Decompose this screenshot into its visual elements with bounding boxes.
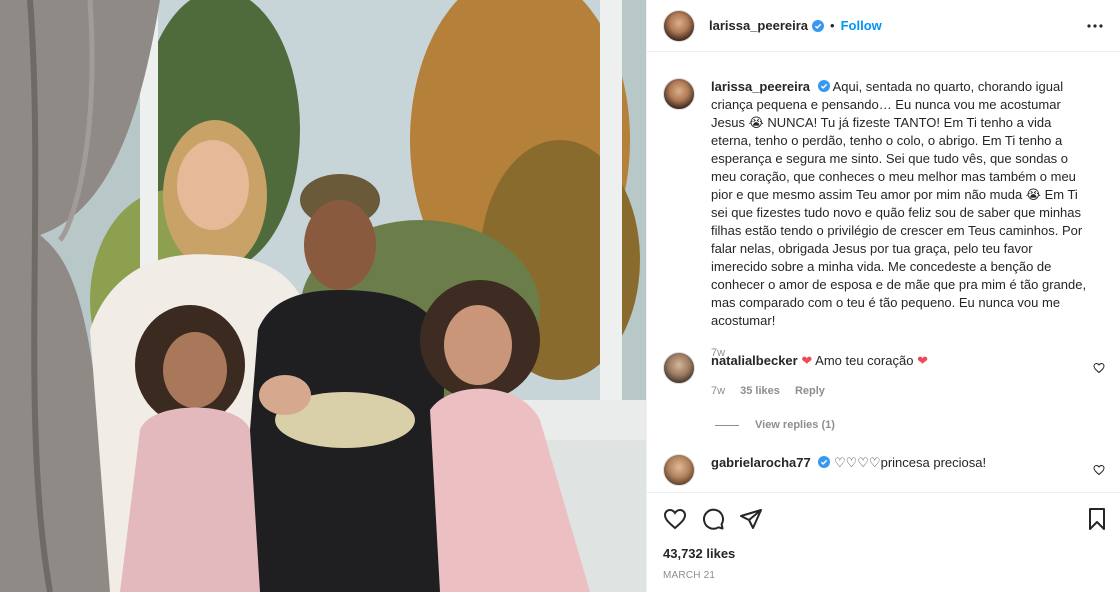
likes-count[interactable]: 43,732 likes xyxy=(663,546,735,561)
share-icon[interactable] xyxy=(739,507,763,531)
heart-emoji-icon: ❤ xyxy=(917,353,928,368)
comment-icon[interactable] xyxy=(701,507,725,531)
more-options-icon[interactable] xyxy=(1085,16,1105,36)
comment-item: natalialbecker ❤ Amo teu coração ❤ 7w 35… xyxy=(663,352,928,400)
post-header: larissa_peereira • Follow xyxy=(647,0,1120,52)
post-date[interactable]: MARCH 21 xyxy=(663,570,715,581)
reply-button[interactable]: Reply xyxy=(795,385,825,397)
post-photo xyxy=(0,0,646,592)
commenter-avatar[interactable] xyxy=(663,454,695,486)
author-username[interactable]: larissa_peereira xyxy=(709,18,808,33)
comment-like-heart-icon[interactable] xyxy=(1093,464,1105,476)
author-avatar[interactable] xyxy=(663,9,695,42)
comment-likes[interactable]: 35 likes xyxy=(740,385,780,397)
heart-icon[interactable] xyxy=(663,507,687,531)
comment-text: ♡♡♡♡princesa preciosa! xyxy=(833,455,987,470)
action-icons xyxy=(663,507,777,531)
bookmark-icon[interactable] xyxy=(1085,507,1109,531)
comment-like-heart-icon[interactable] xyxy=(1093,362,1105,374)
separator-dot: • xyxy=(830,18,835,33)
post-actions-bar: 43,732 likes MARCH 21 xyxy=(647,492,1120,592)
caption-text: Aqui, sentada no quarto, chorando igual … xyxy=(711,79,1087,328)
caption-body: larissa_peereira Aqui, sentada no quarto… xyxy=(711,78,1091,362)
caption-avatar[interactable] xyxy=(663,78,695,110)
comment-body: natalialbecker ❤ Amo teu coração ❤ 7w 35… xyxy=(711,352,928,400)
commenter-avatar[interactable] xyxy=(663,352,695,384)
comment-item: gabrielarocha77 ♡♡♡♡princesa preciosa! xyxy=(663,454,986,486)
verified-badge-icon xyxy=(817,80,830,92)
view-replies-button[interactable]: View replies (1) xyxy=(715,419,835,431)
caption-block: larissa_peereira Aqui, sentada no quarto… xyxy=(663,78,1091,362)
comment-text: Amo teu coração xyxy=(815,353,914,368)
comment-body: gabrielarocha77 ♡♡♡♡princesa preciosa! xyxy=(711,454,986,486)
comment-username[interactable]: natalialbecker xyxy=(711,353,798,368)
follow-button[interactable]: Follow xyxy=(841,18,882,33)
heart-emoji-icon: ❤ xyxy=(801,353,813,368)
comments-scroll-area[interactable]: larissa_peereira Aqui, sentada no quarto… xyxy=(647,52,1120,492)
comment-meta: 7w 35 likes Reply xyxy=(711,382,928,400)
family-photo-illustration xyxy=(0,0,646,592)
view-replies-label[interactable]: View replies (1) xyxy=(755,419,835,431)
verified-badge-icon xyxy=(818,456,831,468)
replies-divider-line xyxy=(715,424,739,426)
comment-time[interactable]: 7w xyxy=(711,385,725,397)
comment-username[interactable]: gabrielarocha77 xyxy=(711,455,811,470)
caption-username[interactable]: larissa_peereira xyxy=(711,79,810,94)
verified-badge-icon xyxy=(812,19,825,32)
post-details-panel: larissa_peereira • Follow larissa_peerei… xyxy=(646,0,1120,592)
